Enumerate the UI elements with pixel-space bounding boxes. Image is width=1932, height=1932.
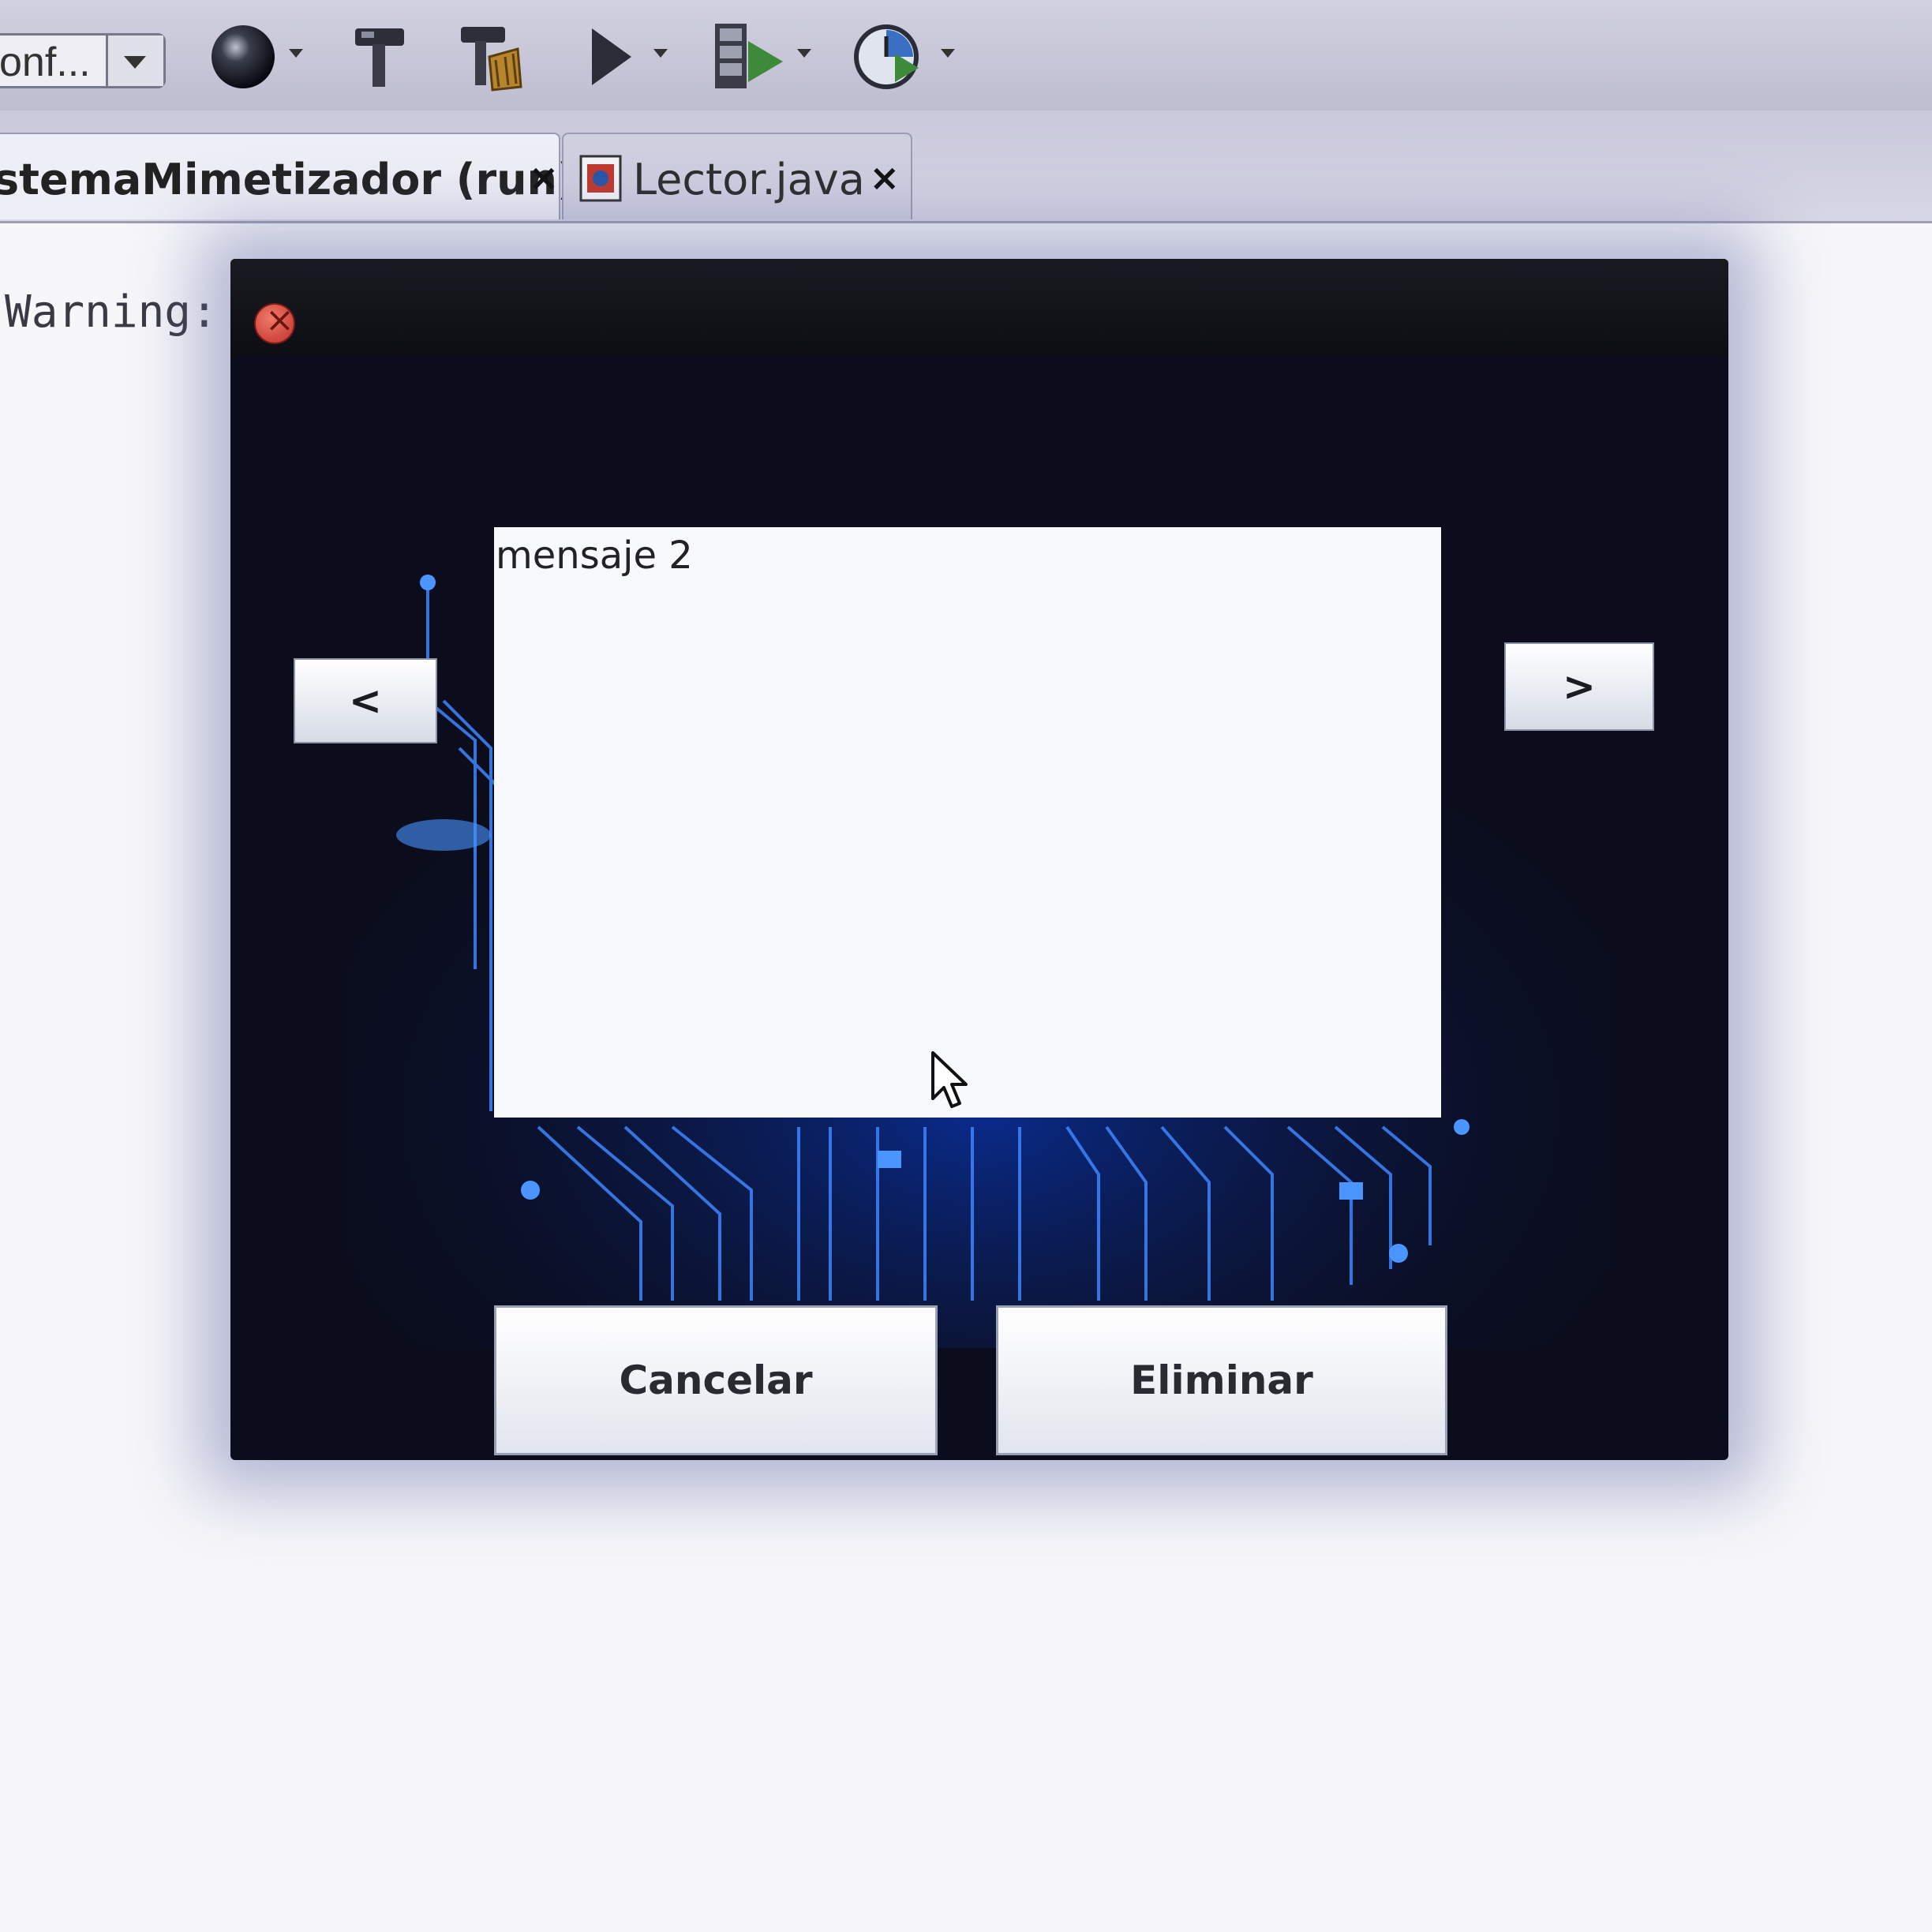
run-icon[interactable] bbox=[576, 17, 655, 96]
tab-run-output[interactable]: stemaMimetizador (run) × bbox=[0, 133, 577, 219]
ide-toolbar: onf... bbox=[0, 0, 1932, 112]
globe-icon[interactable] bbox=[207, 17, 286, 96]
tab-label: Lector.java bbox=[633, 155, 865, 204]
configuration-combo[interactable]: onf... bbox=[0, 33, 166, 88]
debug-icon[interactable] bbox=[710, 17, 789, 96]
clean-build-icon[interactable] bbox=[450, 17, 529, 96]
next-button[interactable]: > bbox=[1504, 642, 1654, 731]
tab-lector-java[interactable]: Lector.java × bbox=[562, 133, 912, 219]
chevron-down-icon[interactable] bbox=[289, 49, 303, 58]
message-text: mensaje 2 bbox=[496, 534, 693, 578]
previous-button[interactable]: < bbox=[294, 658, 437, 743]
message-dialog: mensaje 2 < > Cancelar Eliminar bbox=[230, 259, 1728, 1460]
chevron-down-icon[interactable] bbox=[941, 49, 955, 58]
chevron-down-icon[interactable] bbox=[653, 49, 668, 58]
mouse-cursor-icon bbox=[931, 1051, 968, 1108]
cancel-button[interactable]: Cancelar bbox=[494, 1305, 938, 1455]
chevron-down-icon[interactable] bbox=[106, 36, 163, 86]
warning-text: Warning: bbox=[5, 286, 218, 338]
chevron-down-icon[interactable] bbox=[797, 49, 811, 58]
configuration-combo-text: onf... bbox=[0, 39, 91, 85]
editor-tabs: stemaMimetizador (run) × Lector.java × bbox=[0, 110, 1932, 223]
tab-label: stemaMimetizador (run) bbox=[0, 155, 577, 204]
profile-icon[interactable] bbox=[851, 17, 930, 96]
delete-button[interactable]: Eliminar bbox=[996, 1305, 1447, 1455]
message-textarea[interactable]: mensaje 2 bbox=[494, 527, 1441, 1118]
close-icon[interactable]: × bbox=[869, 156, 900, 199]
java-file-icon bbox=[579, 155, 622, 202]
build-hammer-icon[interactable] bbox=[339, 17, 418, 96]
close-icon[interactable]: × bbox=[528, 156, 559, 199]
